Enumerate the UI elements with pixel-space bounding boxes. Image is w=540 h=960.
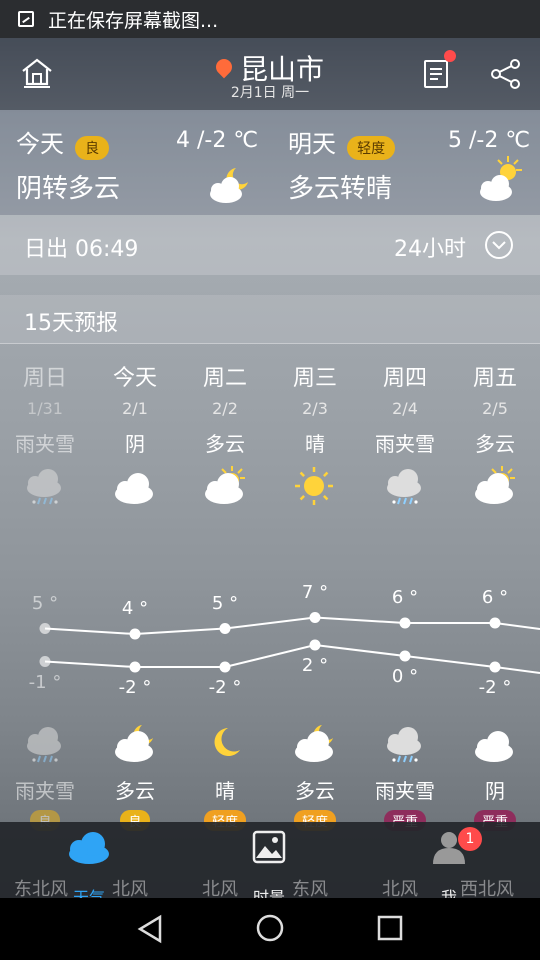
- sun-icon: [295, 467, 333, 505]
- today-condition: 阴转多云: [16, 174, 121, 204]
- back-icon[interactable]: [136, 914, 164, 944]
- header: 昆山市 2月1日 周一: [0, 38, 540, 110]
- forecast-night-condition: 阴: [485, 779, 505, 803]
- notification-dot: [444, 50, 456, 62]
- low-temp-line-point: [219, 661, 231, 673]
- forecast-date: 1/31: [27, 399, 63, 418]
- today-aqi-badge: 良: [75, 135, 110, 160]
- sleet-icon: [387, 727, 421, 763]
- today-label: 今天: [16, 130, 64, 158]
- tab-weather[interactable]: 天气: [44, 830, 134, 907]
- partly-cloudy-day-icon: [475, 466, 515, 504]
- partly-cloudy-day-icon: [480, 156, 522, 201]
- forecast-day-condition: 晴: [305, 432, 325, 456]
- low-temp-line-point: [309, 639, 321, 651]
- forecast-date: 2/5: [482, 399, 508, 418]
- chevron-down-icon[interactable]: [484, 230, 514, 260]
- sleet-icon: [27, 469, 61, 505]
- forecast-night-condition: 雨夹雪: [15, 779, 75, 803]
- hourly-toggle-label: 24小时: [394, 237, 466, 262]
- low-temp-label: -2 °: [208, 677, 242, 698]
- high-temp-line-point: [219, 623, 231, 634]
- recents-icon[interactable]: [376, 914, 404, 942]
- tomorrow-label: 明天: [288, 130, 336, 158]
- system-nav-bar: [0, 898, 540, 960]
- forecast-weekday: 周四: [382, 366, 427, 391]
- forecast-weekday: 周三: [292, 366, 337, 391]
- tab-scenes[interactable]: 时景: [224, 830, 314, 907]
- picture-icon: [252, 830, 286, 864]
- today-header: 今天 良: [16, 124, 110, 160]
- sunrise-text: 日出 06:49: [24, 237, 139, 262]
- home-nav-icon[interactable]: [255, 913, 285, 943]
- location-pin-icon: [212, 55, 236, 79]
- forecast-weekday: 今天: [112, 366, 157, 391]
- forecast-weekday: 周二: [202, 366, 247, 391]
- high-temp-label: 5 °: [31, 592, 59, 614]
- forecast-date: 2/2: [212, 399, 238, 418]
- forecast-night-condition: 多云: [295, 779, 335, 803]
- status-bar: 正在保存屏幕截图...: [0, 0, 540, 38]
- high-temp-label: 5 °: [211, 592, 239, 614]
- forecast-day-condition: 多云: [475, 432, 515, 456]
- forecast-night-condition: 多云: [115, 779, 155, 803]
- forecast-day-condition: 雨夹雪: [15, 432, 75, 456]
- high-temp-line-point: [309, 612, 321, 623]
- tomorrow-aqi-badge: 轻度: [347, 135, 396, 160]
- tomorrow-temp: 5 /-2 ℃: [448, 128, 531, 153]
- low-temp-label: 0 °: [391, 666, 419, 687]
- screenshot-icon: [18, 11, 34, 27]
- low-temp-line-point: [129, 661, 141, 673]
- forecast-night-condition: 雨夹雪: [375, 779, 435, 803]
- partly-cloudy-night-icon: [115, 725, 153, 762]
- partly-cloudy-day-icon: [205, 466, 245, 504]
- high-temp-label: 7 °: [301, 581, 329, 603]
- date-label: 2月1日 周一: [230, 85, 310, 101]
- high-temp-line-point: [399, 617, 411, 629]
- low-temp-line-point: [39, 656, 51, 667]
- moon-icon: [214, 728, 240, 756]
- low-temp-label: -1 °: [28, 671, 62, 693]
- cloud-icon: [69, 832, 109, 864]
- forecast-day-condition: 多云: [205, 432, 245, 456]
- low-temp-label: 2 °: [301, 655, 329, 676]
- low-temp-line-point: [399, 650, 411, 662]
- forecast-date: 2/3: [302, 399, 328, 418]
- forecast-date: 2/4: [392, 399, 418, 418]
- partly-cloudy-night-icon: [210, 168, 248, 203]
- forecast-title-bar: 15天预报: [0, 295, 540, 344]
- high-temp-line-point: [39, 623, 51, 634]
- temperature-chart: [39, 612, 540, 674]
- high-temp-line-point: [489, 617, 501, 629]
- tomorrow-condition: 多云转晴: [288, 174, 393, 204]
- tomorrow-header: 明天 轻度: [288, 124, 396, 160]
- today-tomorrow-panel: 今天 良 4 /-2 ℃ 阴转多云 明天 轻度 5 /-2 ℃ 多云转晴: [0, 110, 540, 215]
- forecast-title: 15天预报: [24, 311, 118, 336]
- cloud-icon: [115, 473, 153, 504]
- notification-badge: 1: [458, 827, 482, 851]
- sleet-icon: [387, 469, 421, 505]
- partly-cloudy-night-icon: [295, 725, 333, 762]
- sleet-icon: [27, 727, 61, 763]
- high-temp-label: 6 °: [391, 587, 419, 608]
- forecast-weekday: 周日: [22, 366, 67, 391]
- forecast-night-condition: 晴: [215, 779, 235, 803]
- today-temp: 4 /-2 ℃: [176, 128, 259, 153]
- low-temp-label: -2 °: [478, 677, 512, 698]
- high-temp-label: 6 °: [481, 587, 509, 608]
- forecast-date: 2/1: [122, 399, 148, 418]
- forecast-day-condition: 阴: [125, 432, 145, 456]
- high-temp-label: 4 °: [121, 598, 149, 619]
- high-temp-line: [44, 616, 540, 636]
- forecast-day-condition: 雨夹雪: [375, 432, 435, 456]
- status-text: 正在保存屏幕截图...: [48, 9, 219, 32]
- sunrise-row[interactable]: 日出 06:49 24小时: [0, 215, 540, 275]
- forecast-weekday: 周五: [472, 366, 517, 391]
- low-temp-line-point: [489, 661, 501, 673]
- low-temp-label: -2 °: [118, 677, 152, 698]
- high-temp-line-point: [129, 628, 141, 640]
- news-icon[interactable]: [424, 60, 448, 88]
- share-icon[interactable]: [490, 58, 522, 90]
- cloud-icon: [475, 731, 513, 762]
